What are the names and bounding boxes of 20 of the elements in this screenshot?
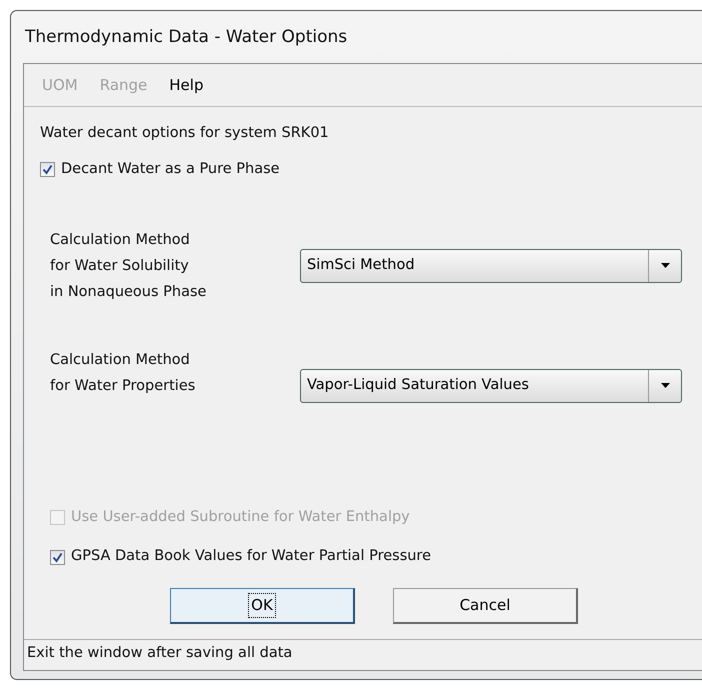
checkbox-label: Use User-added Subroutine for Water Enthalpy (71, 508, 410, 526)
dropdown[interactable]: Vapor-Liquid Saturation Values (300, 368, 682, 402)
checkbox[interactable] (40, 162, 55, 178)
field-label: for Water Solubility (50, 256, 190, 276)
checkbox[interactable] (50, 550, 65, 565)
field-label: in Nonaqueous Phase (50, 282, 208, 302)
checkbox-label: GPSA Data Book Values for Water Partial Pressure (71, 547, 432, 566)
field-label: Calculation Method (50, 350, 191, 370)
dropdown[interactable]: SimSci Method (300, 248, 682, 282)
ok-button[interactable]: OK (170, 588, 355, 624)
field-label: for Water Properties (50, 376, 196, 396)
cancel-button[interactable]: Cancel (393, 588, 578, 624)
caret-icon (660, 263, 670, 268)
window-title: Thermodynamic Data - Water Options (24, 26, 348, 49)
heading-text: Water decant options for system SRK01 (40, 124, 330, 143)
field-label: Calculation Method (50, 230, 191, 250)
menu-item[interactable]: Help (169, 74, 204, 96)
checkbox-label: Decant Water as a Pure Phase (61, 160, 280, 179)
caret-icon (660, 383, 670, 388)
status-bar: Exit the window after saving all data (24, 639, 702, 670)
